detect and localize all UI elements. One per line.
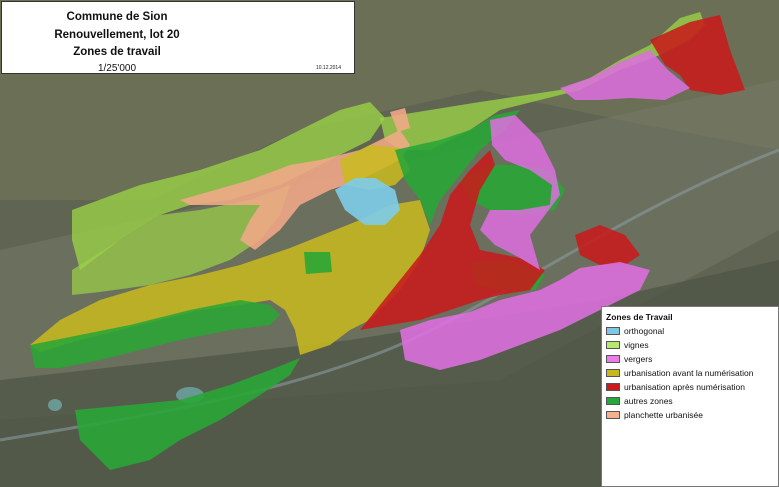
legend-title: Zones de Travail xyxy=(606,312,673,322)
legend-item-orthogonal: orthogonal xyxy=(606,326,664,336)
legend-item-vergers: vergers xyxy=(606,354,652,364)
legend-swatch xyxy=(606,397,620,405)
legend-swatch xyxy=(606,369,620,377)
legend-swatch xyxy=(606,327,620,335)
legend-label: vignes xyxy=(624,340,649,350)
legend-label: urbanisation après numérisation xyxy=(624,382,745,392)
legend-swatch xyxy=(606,383,620,391)
legend-label: autres zones xyxy=(624,396,673,406)
legend-label: planchette urbanisée xyxy=(624,410,703,420)
legend-label: urbanisation avant la numérisation xyxy=(624,368,754,378)
legend-label: vergers xyxy=(624,354,653,364)
legend-label: orthogonal xyxy=(624,326,665,336)
map-scale: 1/25'000 xyxy=(97,63,137,74)
zone-autres-block xyxy=(304,252,332,274)
map-date: 10.12.2014 xyxy=(315,65,341,71)
map-title-box: Commune de Sion Renouvellement, lot 20 Z… xyxy=(1,1,355,74)
legend-item-urbanisation-avant: urbanisation avant la numérisation xyxy=(606,368,753,378)
legend-item-vignes: vignes xyxy=(606,340,649,350)
lot-title: Renouvellement, lot 20 xyxy=(54,29,180,41)
lake-small xyxy=(48,399,62,411)
legend-swatch xyxy=(606,355,620,363)
map-legend: Zones de Travail orthogonal vignes verge… xyxy=(601,306,779,487)
legend-swatch xyxy=(606,411,620,419)
legend-item-urbanisation-apres: urbanisation après numérisation xyxy=(606,382,745,392)
legend-swatch xyxy=(606,341,620,349)
legend-item-planchette: planchette urbanisée xyxy=(606,410,703,420)
commune-title: Commune de Sion xyxy=(66,11,168,23)
legend-item-autres-zones: autres zones xyxy=(606,396,673,406)
zones-title: Zones de travail xyxy=(73,46,161,58)
